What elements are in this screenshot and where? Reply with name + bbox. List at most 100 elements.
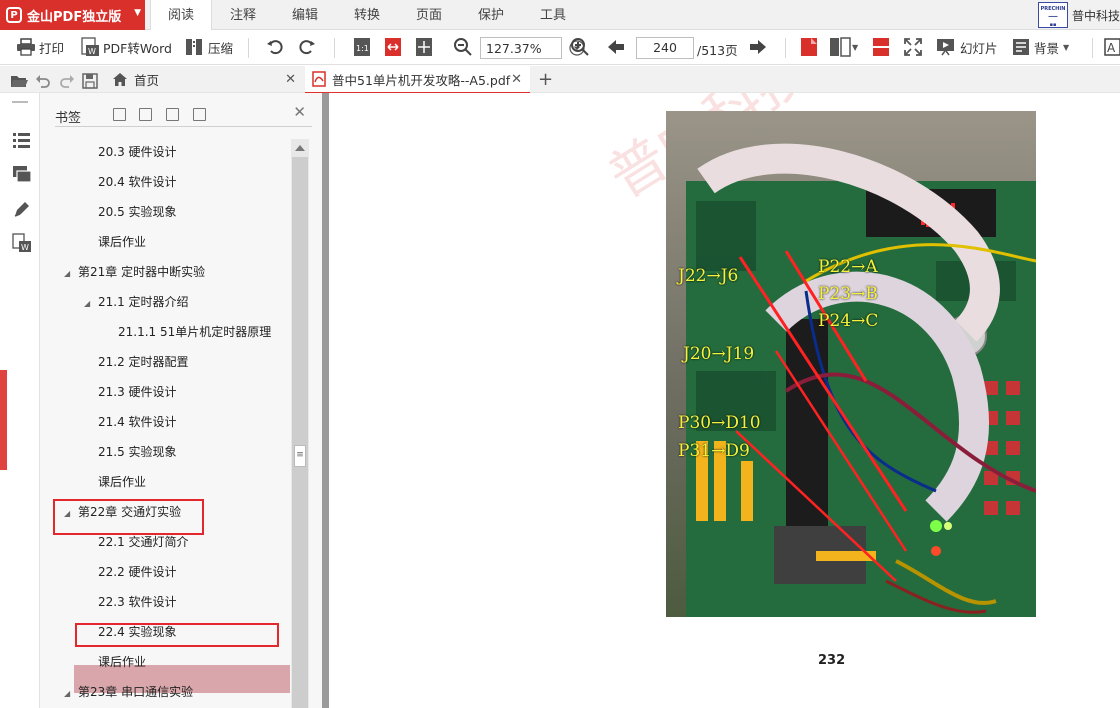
svg-text:A: A [1107, 41, 1116, 55]
single-page-button[interactable] [800, 36, 818, 58]
arrow-right-icon [750, 40, 766, 54]
rotate-right-button[interactable] [298, 36, 316, 58]
document-view[interactable]: 普中科技 [329, 93, 1120, 708]
scroll-up-button[interactable] [291, 139, 309, 155]
text-tool-button[interactable]: A [1104, 36, 1120, 58]
bookmark-item[interactable]: 21.2 定时器配置 [98, 349, 189, 375]
rotate-right-icon [299, 40, 315, 55]
continuous-page-icon [873, 38, 889, 56]
strip-grip [12, 101, 28, 103]
rotate-left-button[interactable] [266, 36, 284, 58]
scrollbar-grip-icon: ≡ [294, 445, 306, 467]
text-tool-icon: A [1104, 38, 1120, 56]
zoom-out-button[interactable] [453, 36, 473, 58]
bookmark-options-icon[interactable] [193, 108, 206, 121]
convert-panel-button[interactable]: W [12, 233, 32, 253]
bookmark-item[interactable]: 21.1.1 51单片机定时器原理 [118, 319, 271, 345]
chevron-down-icon: ▼ [852, 42, 859, 52]
print-label: 打印 [39, 40, 65, 56]
bookmark-item[interactable]: 课后作业 [98, 469, 146, 495]
close-icon[interactable]: ✕ [285, 72, 296, 87]
scrollbar-thumb[interactable]: ≡ [292, 157, 308, 708]
photo-label-p24: P24→C [818, 311, 879, 331]
bookmark-label: 课后作业 [98, 655, 147, 669]
company-logo: PRECHIN ━━━ ▪▪ [1037, 2, 1068, 28]
expand-all-icon[interactable] [113, 108, 126, 121]
menu-tab-convert[interactable]: 转换 [336, 0, 398, 30]
double-page-icon [830, 37, 851, 57]
svg-text:W: W [21, 243, 29, 252]
printer-icon [17, 38, 35, 56]
company-name: 普中科技 [1071, 8, 1120, 23]
bookmark-item[interactable]: 20.5 实验现象 [98, 199, 177, 225]
page-total-label: /513页 [697, 43, 738, 58]
menu-tab-protect[interactable]: 保护 [460, 0, 522, 30]
bookmark-label: 20.5 实验现象 [98, 205, 177, 219]
menu-tab-annotate[interactable]: 注释 [212, 0, 274, 30]
open-file-button[interactable] [10, 70, 28, 92]
menu-tab-tools[interactable]: 工具 [522, 0, 584, 30]
bookmark-item[interactable]: 21.4 软件设计 [98, 409, 177, 435]
chevron-up-icon [295, 144, 305, 151]
redo-button[interactable] [59, 70, 75, 92]
bookmark-label: 22.2 硬件设计 [98, 565, 177, 579]
annotation-panel-button[interactable] [12, 199, 32, 219]
expand-arrow-icon[interactable]: ◢ [84, 291, 98, 317]
bookmark-label: 21.4 软件设计 [98, 415, 177, 429]
bookmark-item[interactable]: 21.3 硬件设计 [98, 379, 177, 405]
add-bookmark-icon[interactable] [166, 108, 179, 121]
menu-tab-edit[interactable]: 编辑 [274, 0, 336, 30]
bookmark-item[interactable]: 21.5 实验现象 [98, 439, 177, 465]
zoom-out-icon [454, 38, 472, 56]
pdf-to-word-button[interactable]: W PDF转Word [80, 36, 172, 58]
fullscreen-button[interactable] [904, 36, 922, 58]
panel-collapse-handle[interactable] [0, 370, 7, 470]
close-icon[interactable]: ✕ [511, 72, 522, 87]
account-area[interactable]: PRECHIN ━━━ ▪▪ 普中科技 [1037, 0, 1120, 30]
menu-tab-page[interactable]: 页面 [398, 0, 460, 30]
actual-size-button[interactable]: 1:1 [352, 36, 372, 58]
save-button[interactable] [82, 70, 98, 92]
expand-arrow-icon[interactable]: ◢ [64, 261, 78, 287]
zoom-level-input[interactable]: 127.37% [480, 37, 562, 59]
bookmark-item[interactable]: 20.4 软件设计 [98, 169, 177, 195]
bookmark-scrollbar[interactable]: ≡ [291, 139, 309, 708]
bookmark-label: 第23章 串口通信实验 [78, 685, 194, 699]
tab-home[interactable]: 首页 ✕ [104, 66, 304, 93]
previous-page-button[interactable] [607, 36, 625, 58]
close-icon[interactable]: ✕ [293, 103, 306, 121]
double-page-button[interactable]: ▼ [829, 36, 858, 58]
bookmark-item[interactable]: ◢ 21.1 定时器介绍 [84, 289, 189, 315]
fit-page-button[interactable] [414, 36, 434, 58]
collapse-all-icon[interactable] [139, 108, 152, 121]
tab-document[interactable]: 普中51单片机开发攻略--A5.pdf ✕ [305, 66, 530, 94]
panel-splitter[interactable] [322, 93, 329, 708]
bookmark-item[interactable]: 20.3 硬件设计 [98, 139, 177, 165]
bookmark-item[interactable]: 课后作业 [98, 649, 146, 675]
menu-tab-read[interactable]: 阅读 [150, 0, 212, 31]
background-label: 背景 [1034, 40, 1060, 56]
bookmark-item[interactable]: ◢ 第21章 定时器中断实验 [64, 259, 205, 285]
photo-label-j20: J20→J19 [683, 344, 755, 364]
bookmark-item[interactable]: 22.2 硬件设计 [98, 559, 177, 585]
continuous-page-button[interactable] [872, 36, 890, 58]
fit-width-button[interactable] [383, 36, 403, 58]
print-button[interactable]: 打印 [16, 36, 64, 58]
thumbnail-panel-button[interactable] [12, 165, 32, 185]
app-menu-button[interactable]: P 金山PDF独立版 ▼ [0, 0, 145, 30]
compress-button[interactable]: 压缩 [184, 36, 233, 58]
zoom-in-button[interactable] [570, 36, 590, 58]
slideshow-button[interactable]: 幻灯片 [936, 36, 998, 58]
new-tab-button[interactable]: + [538, 69, 553, 90]
next-page-button[interactable] [749, 36, 767, 58]
page-number-input[interactable]: 240 [636, 37, 694, 59]
undo-button[interactable] [35, 70, 51, 92]
zoom-in-icon [571, 38, 589, 56]
bookmark-item[interactable]: 课后作业 [98, 229, 146, 255]
expand-arrow-icon[interactable]: ◢ [64, 681, 78, 707]
bookmark-panel-button[interactable] [12, 131, 32, 151]
background-button[interactable]: 背景 ▼ [1012, 36, 1069, 58]
bookmark-item[interactable]: 22.3 软件设计 [98, 589, 177, 615]
bookmark-item[interactable]: ◢ 第23章 串口通信实验 [64, 679, 193, 705]
fit-width-icon [385, 38, 401, 56]
